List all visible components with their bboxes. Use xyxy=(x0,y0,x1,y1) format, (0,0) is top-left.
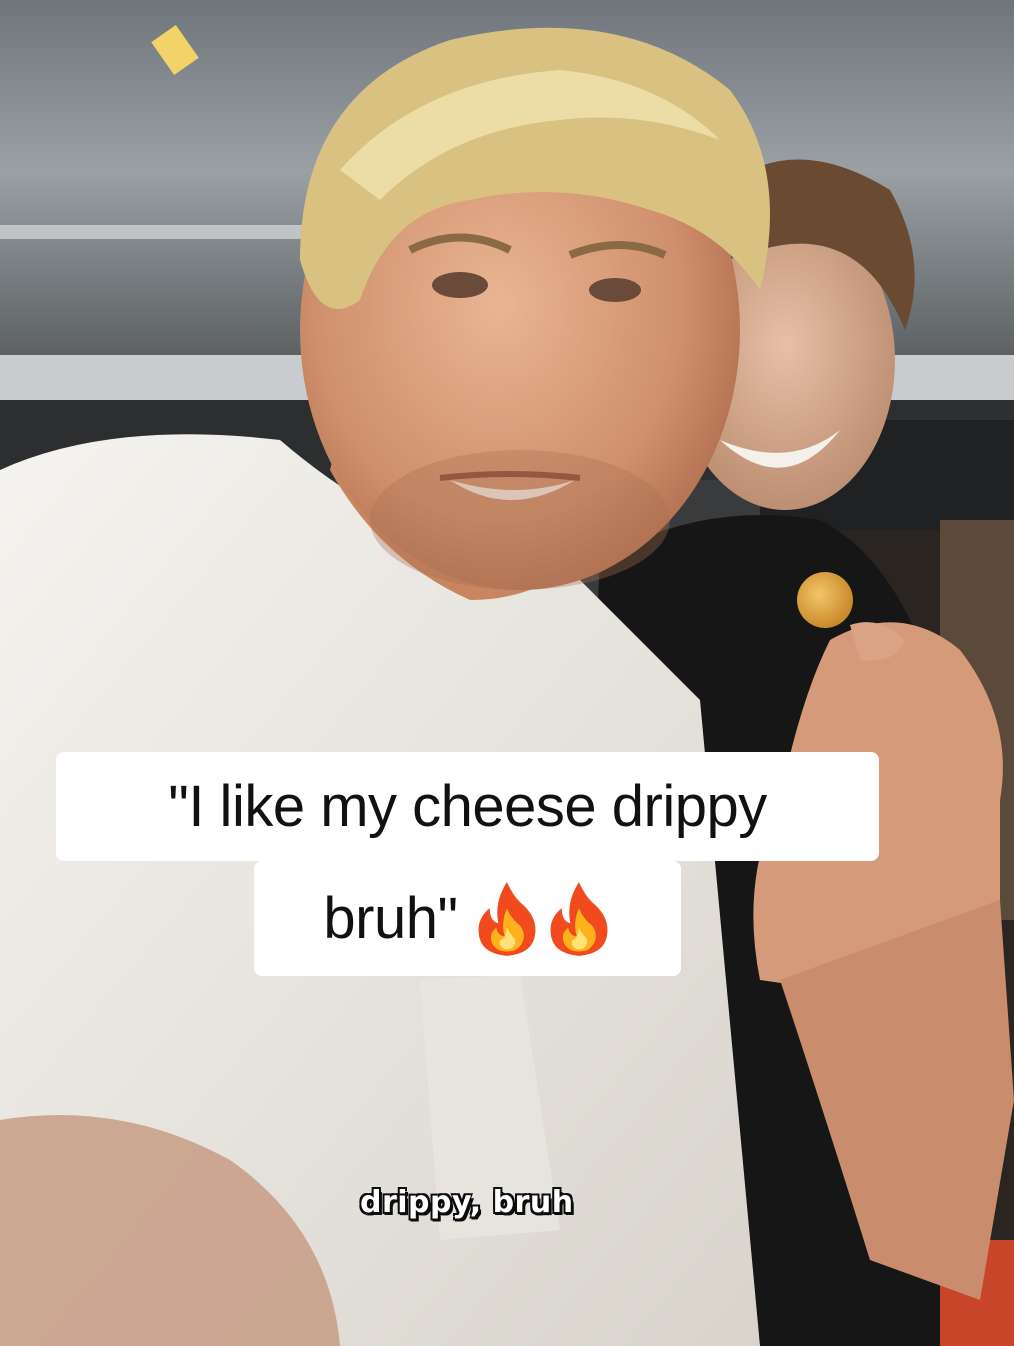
caption-text-line-2: bruh" xyxy=(323,885,458,951)
caption-line-2: bruh" xyxy=(254,861,681,976)
caption-line-1: "I like my cheese drippy xyxy=(56,752,879,861)
video-frame: "I like my cheese drippy bruh" drippy, b… xyxy=(0,0,1014,1346)
fire-icon xyxy=(546,880,612,958)
fire-icon xyxy=(474,880,540,958)
subtitle: drippy, bruh xyxy=(360,1185,574,1220)
video-scene xyxy=(0,0,1014,1346)
caption-text-line-1: "I like my cheese drippy xyxy=(168,773,767,839)
